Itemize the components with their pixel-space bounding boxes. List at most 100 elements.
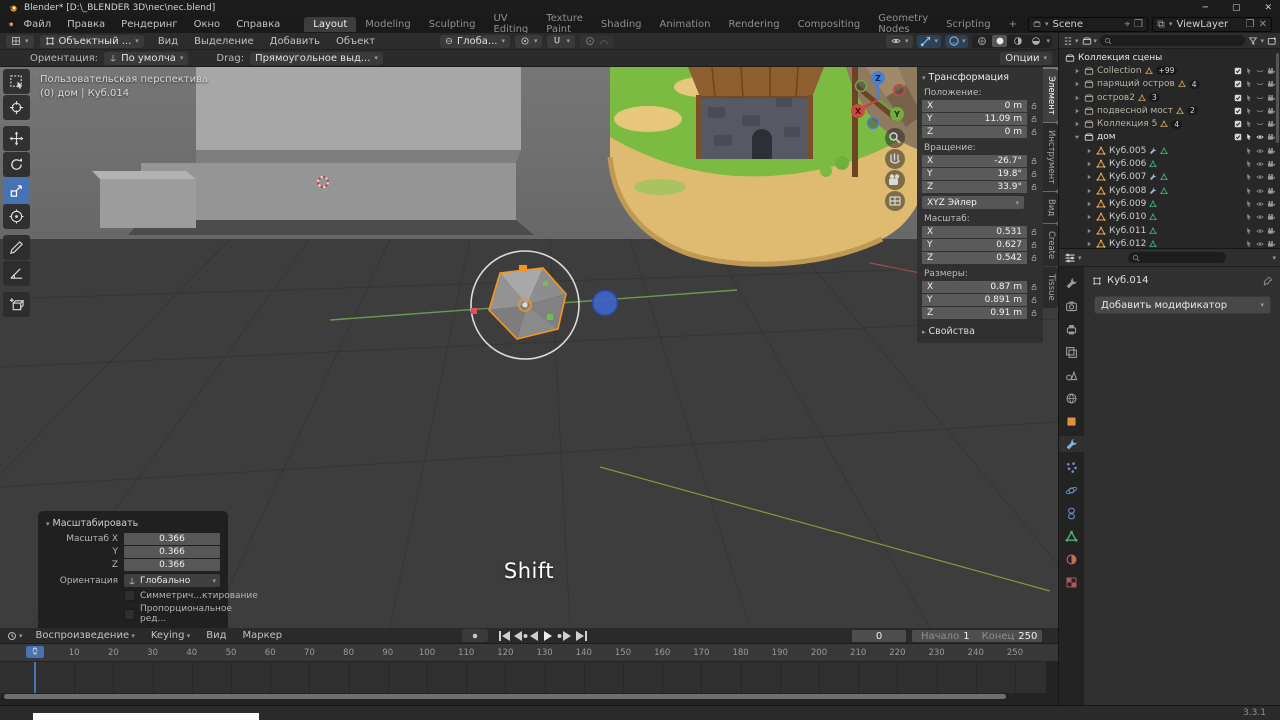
properties-editor-type-button[interactable]: ▾ bbox=[1064, 252, 1082, 264]
tool-annotate[interactable] bbox=[3, 235, 30, 260]
new-scene-icon[interactable]: ❐ bbox=[1134, 19, 1143, 30]
sidebar-tab-инструмент[interactable]: Инструмент bbox=[1043, 122, 1058, 191]
workspace-tab-shading[interactable]: Shading bbox=[592, 17, 651, 32]
maximize-button[interactable]: ▢ bbox=[1232, 3, 1241, 13]
tool-scale[interactable] bbox=[3, 178, 30, 203]
workspace-tab-sculpting[interactable]: Sculpting bbox=[420, 17, 485, 32]
tool-orientation-dropdown[interactable]: По умолча ▾ bbox=[104, 51, 189, 65]
scene-selector[interactable]: ▾ Scene ⌖ ❐ bbox=[1028, 16, 1148, 32]
properties-tab-object-data[interactable] bbox=[1059, 528, 1084, 544]
sidebar-tab-tissue[interactable]: Tissue bbox=[1043, 267, 1058, 309]
playback-controls[interactable] bbox=[498, 630, 594, 642]
outliner-object-row[interactable]: Куб.007 bbox=[1059, 171, 1280, 184]
workspace-tab-rendering[interactable]: Rendering bbox=[720, 17, 789, 32]
add-modifier-button[interactable]: Добавить модификатор ▾ bbox=[1094, 296, 1271, 314]
transform-field-z[interactable]: Z 0.542 bbox=[922, 252, 1027, 264]
outliner-scrollbar[interactable] bbox=[1276, 53, 1279, 143]
shading-rendered-button[interactable] bbox=[1028, 35, 1043, 47]
tool-rotate[interactable] bbox=[3, 152, 30, 177]
workspace-tab-animation[interactable]: Animation bbox=[651, 17, 720, 32]
editor-type-button[interactable]: ▾ bbox=[6, 34, 34, 48]
tool-move[interactable] bbox=[3, 126, 30, 151]
outliner-filter-button[interactable]: ▾ bbox=[1248, 36, 1264, 46]
menu-правка[interactable]: Правка bbox=[59, 17, 113, 32]
menu-файл[interactable]: Файл bbox=[15, 17, 59, 32]
outliner-object-row[interactable]: Куб.009 bbox=[1059, 197, 1280, 210]
timeline-menu-вид[interactable]: Вид bbox=[198, 628, 234, 643]
operator-panel-header[interactable]: ▾ Масштабировать bbox=[46, 518, 220, 529]
menu-окно[interactable]: Окно bbox=[186, 17, 229, 32]
timeline-menu-воспроизведение[interactable]: Воспроизведение ▾ bbox=[28, 628, 143, 643]
shading-wireframe-button[interactable] bbox=[974, 35, 989, 47]
outliner-collection-row[interactable]: Collection +99 bbox=[1059, 64, 1280, 77]
checkbox[interactable] bbox=[124, 608, 135, 620]
outliner-object-row[interactable]: Куб.010 bbox=[1059, 211, 1280, 224]
workspace-tab-compositing[interactable]: Compositing bbox=[789, 17, 870, 32]
workspace-tab-layout[interactable]: Layout bbox=[304, 16, 357, 32]
viewport-menu-объект[interactable]: Объект bbox=[328, 34, 383, 49]
sidebar-tab-вид[interactable]: Вид bbox=[1043, 191, 1058, 224]
outliner-collection-row[interactable]: парящий остров 4 bbox=[1059, 78, 1280, 91]
rotation-mode-dropdown[interactable]: XYZ Эйлер ▾ bbox=[922, 196, 1024, 209]
outliner-collection-row[interactable]: Коллекция 5 4 bbox=[1059, 117, 1280, 130]
options-dropdown[interactable]: Опции ▾ bbox=[1000, 51, 1052, 65]
viewport-menu-вид[interactable]: Вид bbox=[150, 34, 186, 49]
properties-search-input[interactable] bbox=[1128, 252, 1226, 263]
transform-panel-header[interactable]: ▾ Трансформация bbox=[922, 72, 1038, 83]
transform-field-y[interactable]: Y 19.8° bbox=[922, 168, 1027, 180]
transform-field-y[interactable]: Y 0.627 bbox=[922, 239, 1027, 251]
pin-icon[interactable] bbox=[1263, 276, 1273, 286]
properties-tab-material[interactable] bbox=[1059, 551, 1084, 567]
timeline-tracks[interactable] bbox=[0, 661, 1046, 693]
transform-field-y[interactable]: Y 11.09 m bbox=[922, 113, 1027, 125]
tool-add-cube[interactable] bbox=[3, 292, 30, 317]
pivot-point-dropdown[interactable]: ▾ bbox=[514, 34, 543, 48]
properties-tab-constraints[interactable] bbox=[1059, 505, 1084, 521]
outliner-collection-row[interactable]: подвесной мост 2 bbox=[1059, 104, 1280, 117]
viewlayer-selector[interactable]: ▾ ViewLayer ❐ ✕ bbox=[1152, 16, 1272, 32]
timeline-ruler[interactable]: 0 0 10 20 30 40 50 60 70 80 90 100 110 120 130 140 150 1… bbox=[0, 644, 1058, 661]
shading-material-button[interactable] bbox=[1010, 35, 1025, 47]
timeline-menu-маркер[interactable]: Маркер bbox=[235, 628, 291, 643]
workspace-tab-+[interactable]: + bbox=[1000, 17, 1026, 32]
frame-range-fields[interactable]: Начало 1 Конец 250 bbox=[912, 630, 1042, 642]
properties-tab-scene[interactable] bbox=[1059, 367, 1084, 383]
shading-solid-button[interactable] bbox=[992, 35, 1008, 47]
properties-collapsed-panel[interactable]: ▸ Свойства bbox=[922, 326, 1038, 337]
outliner-object-row[interactable]: Куб.005 bbox=[1059, 144, 1280, 157]
pin-icon[interactable]: ⌖ bbox=[1124, 19, 1130, 30]
sidebar-tab-create[interactable]: Create bbox=[1043, 224, 1058, 267]
outliner-object-row[interactable]: Куб.008 bbox=[1059, 184, 1280, 197]
transform-field-z[interactable]: Z 0 m bbox=[922, 126, 1027, 138]
properties-tab-render[interactable] bbox=[1059, 298, 1084, 314]
menu-справка[interactable]: Справка bbox=[228, 17, 288, 32]
properties-tab-world[interactable] bbox=[1059, 390, 1084, 406]
properties-tab-object[interactable] bbox=[1059, 413, 1084, 429]
playhead-line[interactable] bbox=[34, 662, 36, 693]
gizmos-toggle[interactable]: ▾ bbox=[917, 34, 941, 48]
outliner-object-row[interactable]: Куб.011 bbox=[1059, 224, 1280, 237]
transform-field-z[interactable]: Z 33.9° bbox=[922, 181, 1027, 193]
proportional-editing-toggle[interactable] bbox=[580, 34, 614, 48]
remove-viewlayer-icon[interactable]: ✕ bbox=[1259, 19, 1267, 30]
operator-field-value[interactable]: 0.366 bbox=[124, 533, 220, 545]
new-viewlayer-icon[interactable]: ❐ bbox=[1246, 19, 1255, 30]
timeline-scrollbar[interactable] bbox=[4, 694, 1006, 699]
properties-tab-view-layer[interactable] bbox=[1059, 344, 1084, 360]
operator-field-value[interactable]: 0.366 bbox=[124, 546, 220, 558]
transform-field-x[interactable]: X -26.7° bbox=[922, 155, 1027, 167]
visibility-dropdown[interactable]: ▾ bbox=[885, 34, 914, 48]
tool-cursor[interactable] bbox=[3, 95, 30, 120]
close-button[interactable]: ✕ bbox=[1264, 3, 1272, 13]
new-collection-icon[interactable] bbox=[1267, 36, 1277, 46]
current-frame-field[interactable]: 0 bbox=[852, 630, 906, 642]
tool-select-box[interactable] bbox=[3, 69, 30, 94]
outliner-object-row[interactable]: Куб.006 bbox=[1059, 157, 1280, 170]
auto-key-button[interactable] bbox=[462, 629, 488, 642]
workspace-tab-modeling[interactable]: Modeling bbox=[356, 17, 420, 32]
mode-dropdown[interactable]: Объектный ... ▾ bbox=[39, 34, 144, 48]
outliner-display-mode-button[interactable]: ▾ bbox=[1082, 36, 1097, 46]
drag-dropdown[interactable]: Прямоугольное выд... ▾ bbox=[250, 51, 383, 65]
outliner-collection-row[interactable]: остров2 3 bbox=[1059, 91, 1280, 104]
tool-transform[interactable] bbox=[3, 204, 30, 229]
